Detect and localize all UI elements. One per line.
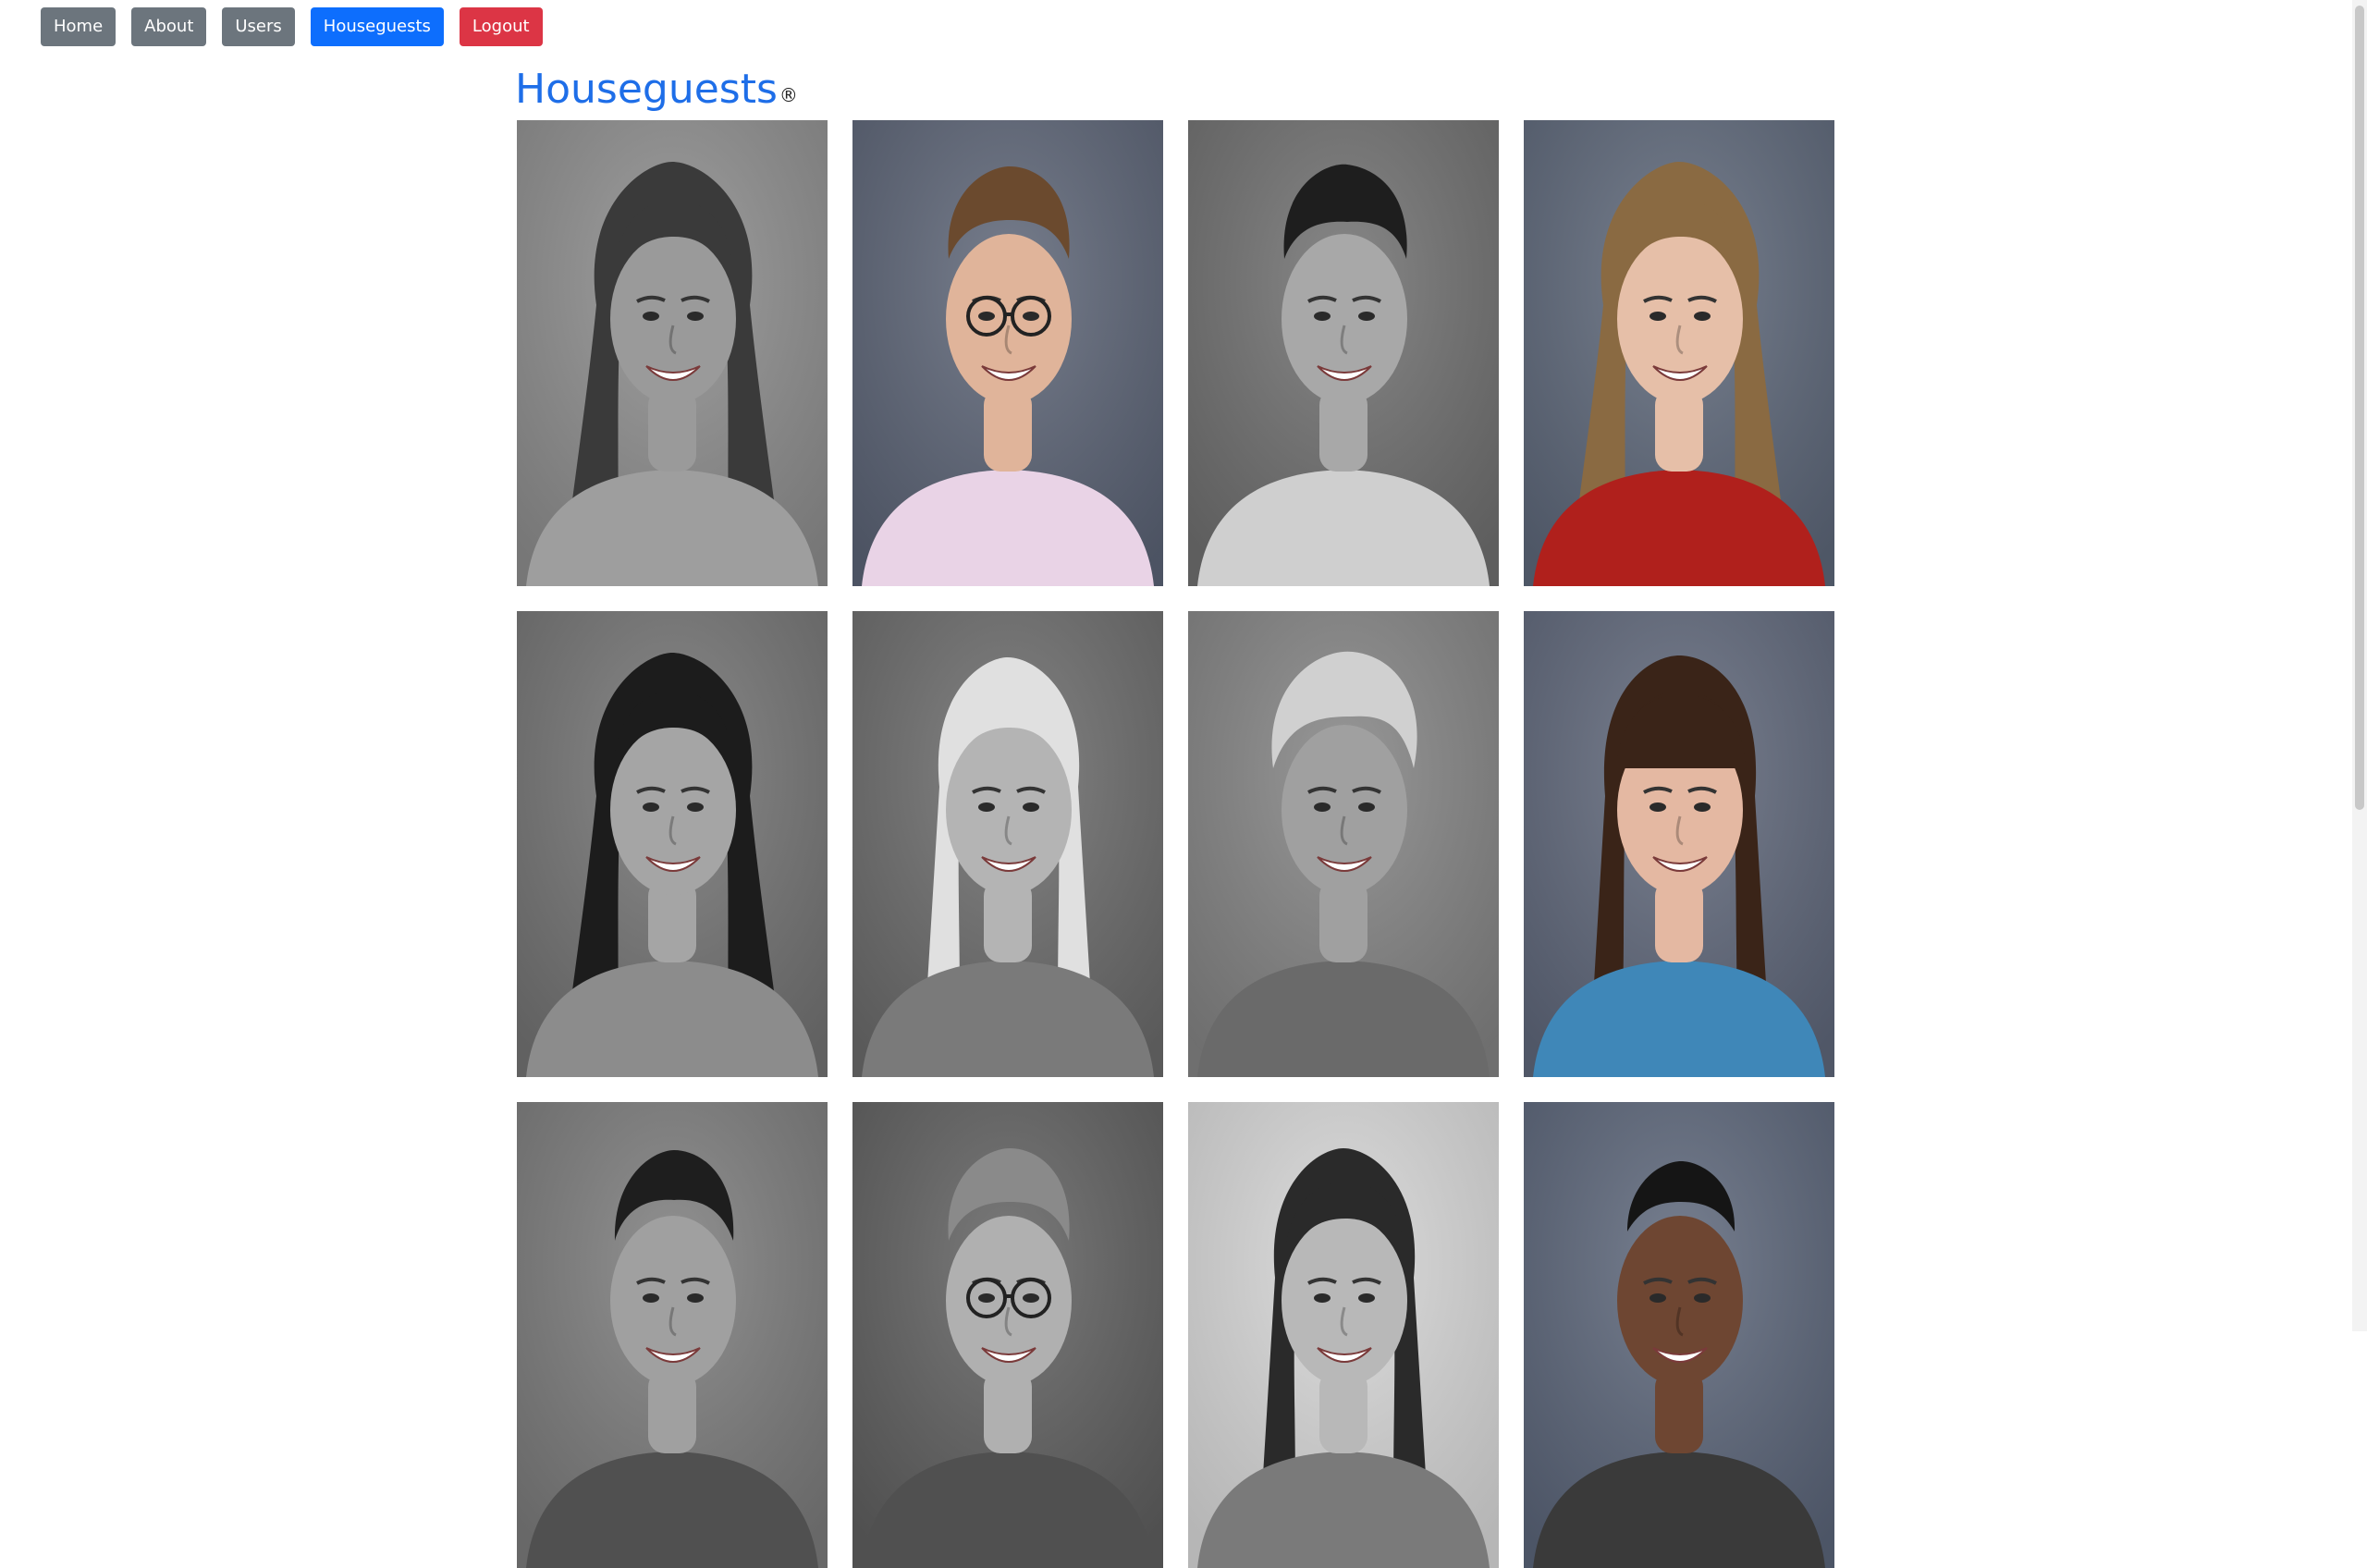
houseguest-photo bbox=[517, 120, 828, 586]
houseguest-card[interactable] bbox=[517, 1102, 828, 1568]
houseguest-card[interactable] bbox=[852, 1102, 1163, 1568]
nav-home-button[interactable]: Home bbox=[41, 7, 117, 46]
nav-houseguests-button[interactable]: Houseguests bbox=[310, 7, 444, 46]
houseguest-card[interactable] bbox=[1188, 1102, 1499, 1568]
nav-users-button[interactable]: Users bbox=[222, 7, 295, 46]
houseguest-card[interactable] bbox=[517, 611, 828, 1077]
houseguest-grid bbox=[517, 120, 1834, 1568]
houseguest-photo bbox=[852, 611, 1163, 1077]
houseguest-photo bbox=[1524, 1102, 1834, 1568]
houseguest-card[interactable] bbox=[1524, 1102, 1834, 1568]
houseguest-photo bbox=[852, 1102, 1163, 1568]
houseguest-photo bbox=[1188, 1102, 1499, 1568]
houseguest-photo bbox=[1188, 120, 1499, 586]
registered-mark: ® bbox=[779, 84, 798, 106]
houseguest-photo bbox=[1188, 611, 1499, 1077]
vertical-scrollbar[interactable] bbox=[2352, 0, 2367, 1331]
scrollbar-thumb[interactable] bbox=[2355, 6, 2364, 810]
houseguest-photo bbox=[1524, 120, 1834, 586]
houseguest-photo bbox=[1524, 611, 1834, 1077]
houseguest-photo bbox=[852, 120, 1163, 586]
page-title: Houseguests ® bbox=[515, 63, 798, 116]
top-nav: Home About Users Houseguests Logout bbox=[41, 7, 543, 46]
houseguest-card[interactable] bbox=[1188, 120, 1499, 586]
houseguest-card[interactable] bbox=[1524, 120, 1834, 586]
nav-about-button[interactable]: About bbox=[131, 7, 207, 46]
houseguest-card[interactable] bbox=[1188, 611, 1499, 1077]
page-title-text: Houseguests bbox=[515, 66, 778, 113]
houseguest-card[interactable] bbox=[1524, 611, 1834, 1077]
houseguest-card[interactable] bbox=[517, 120, 828, 586]
nav-logout-button[interactable]: Logout bbox=[459, 7, 543, 46]
houseguest-card[interactable] bbox=[852, 120, 1163, 586]
houseguest-photo bbox=[517, 1102, 828, 1568]
houseguest-card[interactable] bbox=[852, 611, 1163, 1077]
houseguest-photo bbox=[517, 611, 828, 1077]
